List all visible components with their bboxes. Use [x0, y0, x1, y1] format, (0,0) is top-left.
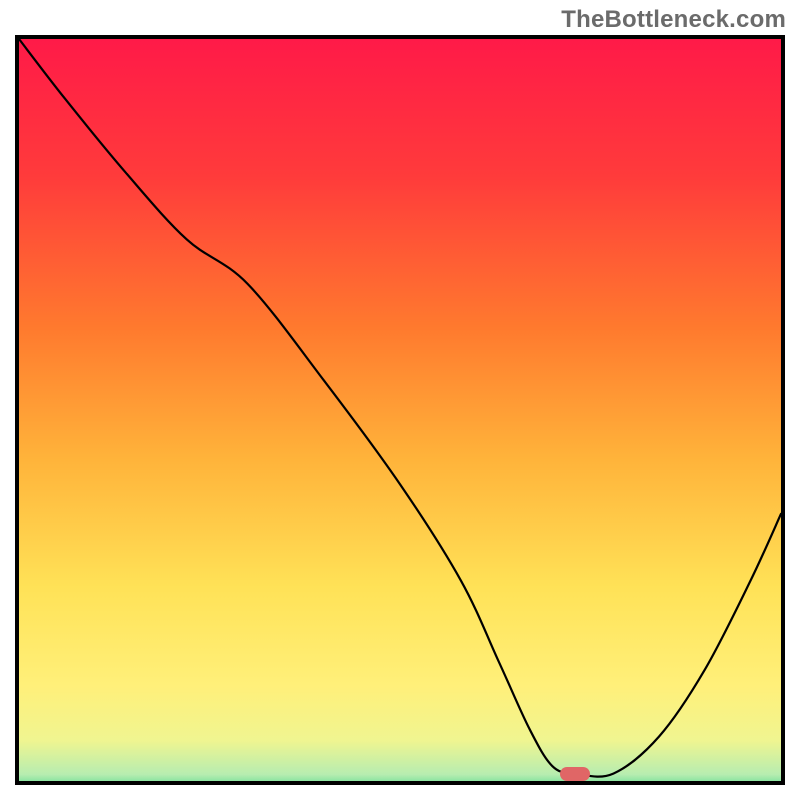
chart-frame: TheBottleneck.com: [0, 0, 800, 800]
optimal-point-marker: [560, 767, 590, 781]
line-series: [19, 39, 781, 781]
plot-area: [15, 35, 785, 785]
watermark-text: TheBottleneck.com: [561, 6, 786, 34]
